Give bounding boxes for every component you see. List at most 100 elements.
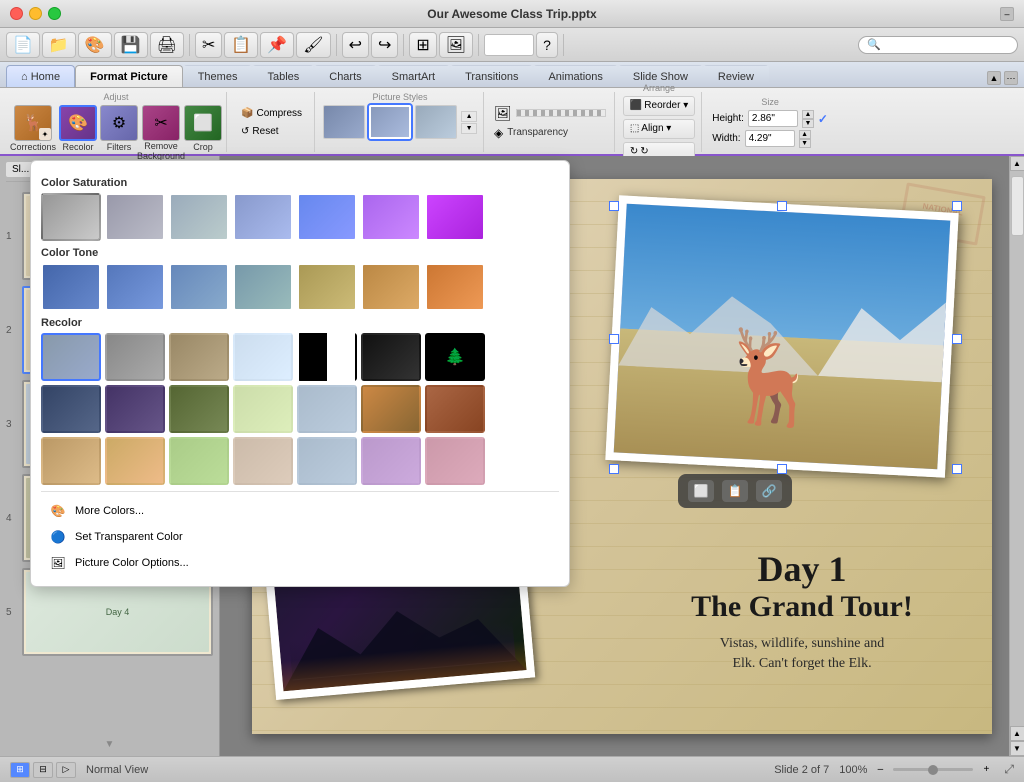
height-down-button[interactable]: ▼ (802, 119, 814, 128)
corrections-button[interactable]: 🦌 ✦ Corrections (10, 105, 56, 152)
handle-br[interactable] (952, 464, 962, 474)
scroll-thumb[interactable] (1011, 176, 1024, 236)
print-button[interactable]: 🖨 (150, 32, 184, 58)
insert-image-button[interactable]: 🖼 (439, 32, 473, 58)
recolor-duotone1[interactable] (361, 385, 421, 433)
minimize-button[interactable] (29, 7, 42, 20)
cut-button[interactable]: ✂ (195, 32, 222, 58)
recolor-dark[interactable] (361, 333, 421, 381)
paste-button[interactable]: 📌 (260, 32, 294, 58)
panel-scroll-button[interactable]: ▼ (105, 739, 115, 750)
presenter-view-button[interactable]: ▷ (56, 762, 76, 778)
align-button[interactable]: ⬚ Align ▾ (623, 119, 695, 139)
pic-style-3[interactable] (415, 105, 457, 139)
recolor-light1[interactable] (233, 385, 293, 433)
float-btn-1[interactable]: ⬜ (688, 480, 714, 502)
saturation-300[interactable] (425, 193, 485, 241)
tab-animations[interactable]: Animations (533, 65, 617, 87)
saturation-0[interactable] (41, 193, 101, 241)
recolor-accent4[interactable] (233, 437, 293, 485)
saturation-33[interactable] (105, 193, 165, 241)
tone-cool-3[interactable] (169, 263, 229, 311)
normal-view-button[interactable]: ⊞ (10, 762, 30, 778)
theme-button[interactable]: 🎨 (78, 32, 112, 58)
tone-warm-2[interactable] (361, 263, 421, 311)
scroll-up-button[interactable]: ▲ (1010, 156, 1024, 171)
recolor-accent5[interactable] (297, 437, 357, 485)
compress-button[interactable]: 📦 Compress (237, 106, 306, 121)
tone-cool-1[interactable] (41, 263, 101, 311)
tone-cool-2[interactable] (105, 263, 165, 311)
scroll-down-arrow-1[interactable]: ▲ (1010, 726, 1024, 741)
remove-background-button[interactable]: ✂ RemoveBackground (141, 105, 181, 162)
recolor-washout[interactable] (233, 333, 293, 381)
recolor-accent2[interactable] (105, 437, 165, 485)
width-down-button[interactable]: ▼ (799, 139, 811, 148)
format-paint-button[interactable]: 🖌 (296, 32, 330, 58)
tab-format-picture[interactable]: Format Picture (75, 65, 183, 87)
zoom-slider-knob[interactable] (928, 765, 938, 775)
tab-themes[interactable]: Themes (183, 65, 253, 87)
vertical-scrollbar[interactable]: ▲ ▲ ▼ (1009, 156, 1024, 756)
fullscreen-button[interactable]: ⤢ (1004, 762, 1014, 777)
copy-button[interactable]: 📋 (224, 32, 258, 58)
ribbon-collapse-button[interactable]: ▲ (987, 71, 1001, 85)
style-up-button[interactable]: ▲ (461, 111, 477, 122)
zoom-slider-track[interactable] (893, 768, 973, 771)
recolor-accent6[interactable] (361, 437, 421, 485)
tab-transitions[interactable]: Transitions (450, 65, 533, 87)
picture-color-options-item[interactable]: 🖼 Picture Color Options... (41, 550, 559, 576)
slide-sorter-button[interactable]: ⊟ (33, 762, 53, 778)
crop-button[interactable]: ⬜ Crop (184, 105, 222, 152)
height-input[interactable] (748, 110, 798, 127)
recolor-selected[interactable] (41, 333, 101, 381)
saturation-67[interactable] (169, 193, 229, 241)
handle-ml[interactable] (609, 334, 619, 344)
tab-charts[interactable]: Charts (314, 65, 376, 87)
search-input[interactable] (858, 36, 1018, 54)
style-down-button[interactable]: ▼ (461, 123, 477, 134)
recolor-dark3[interactable] (169, 385, 229, 433)
height-up-button[interactable]: ▲ (802, 110, 814, 119)
tone-warm-3[interactable] (425, 263, 485, 311)
handle-bl[interactable] (609, 464, 619, 474)
recolor-light2[interactable] (297, 385, 357, 433)
tone-neutral[interactable] (233, 263, 293, 311)
tab-tables[interactable]: Tables (252, 65, 314, 87)
help-button[interactable]: ? (536, 32, 558, 58)
more-colors-item[interactable]: 🎨 More Colors... (41, 498, 559, 524)
pic-style-2[interactable] (369, 105, 411, 139)
tone-warm-1[interactable] (297, 263, 357, 311)
undo-button[interactable]: ↩ (342, 32, 369, 58)
reset-button[interactable]: ↺ Reset (237, 124, 306, 139)
zoom-input[interactable]: 100% (484, 34, 534, 56)
redo-button[interactable]: ↪ (371, 32, 398, 58)
set-transparent-item[interactable]: 🔵 Set Transparent Color (41, 524, 559, 550)
collapse-button[interactable]: – (1000, 7, 1014, 21)
float-btn-2[interactable]: 📋 (722, 480, 748, 502)
save-button[interactable]: 💾 (114, 32, 148, 58)
handle-tr[interactable] (952, 201, 962, 211)
pic-style-1[interactable] (323, 105, 365, 139)
recolor-accent3[interactable] (169, 437, 229, 485)
recolor-duotone2[interactable] (425, 385, 485, 433)
recolor-sepia[interactable] (169, 333, 229, 381)
handle-mr[interactable] (952, 334, 962, 344)
recolor-accent1[interactable] (41, 437, 101, 485)
reorder-button[interactable]: ⬛ Reorder ▾ (623, 96, 695, 116)
close-button[interactable] (10, 7, 23, 20)
tab-review[interactable]: Review (703, 65, 769, 87)
width-input[interactable] (745, 130, 795, 147)
scroll-down-arrow-2[interactable]: ▼ (1010, 741, 1024, 756)
filters-button[interactable]: ⚙ Filters (100, 105, 138, 152)
insert-table-button[interactable]: ⊞ (409, 32, 436, 58)
recolor-grayscale[interactable] (105, 333, 165, 381)
handle-bm[interactable] (777, 464, 787, 474)
ribbon-options-button[interactable]: ⋯ (1004, 71, 1018, 85)
recolor-dark2[interactable] (105, 385, 165, 433)
recolor-button[interactable]: 🎨 Recolor (59, 105, 97, 152)
new-button[interactable]: 📄 (6, 32, 40, 58)
zoom-in-button[interactable]: + (978, 762, 994, 778)
saturation-150[interactable] (297, 193, 357, 241)
maximize-button[interactable] (48, 7, 61, 20)
